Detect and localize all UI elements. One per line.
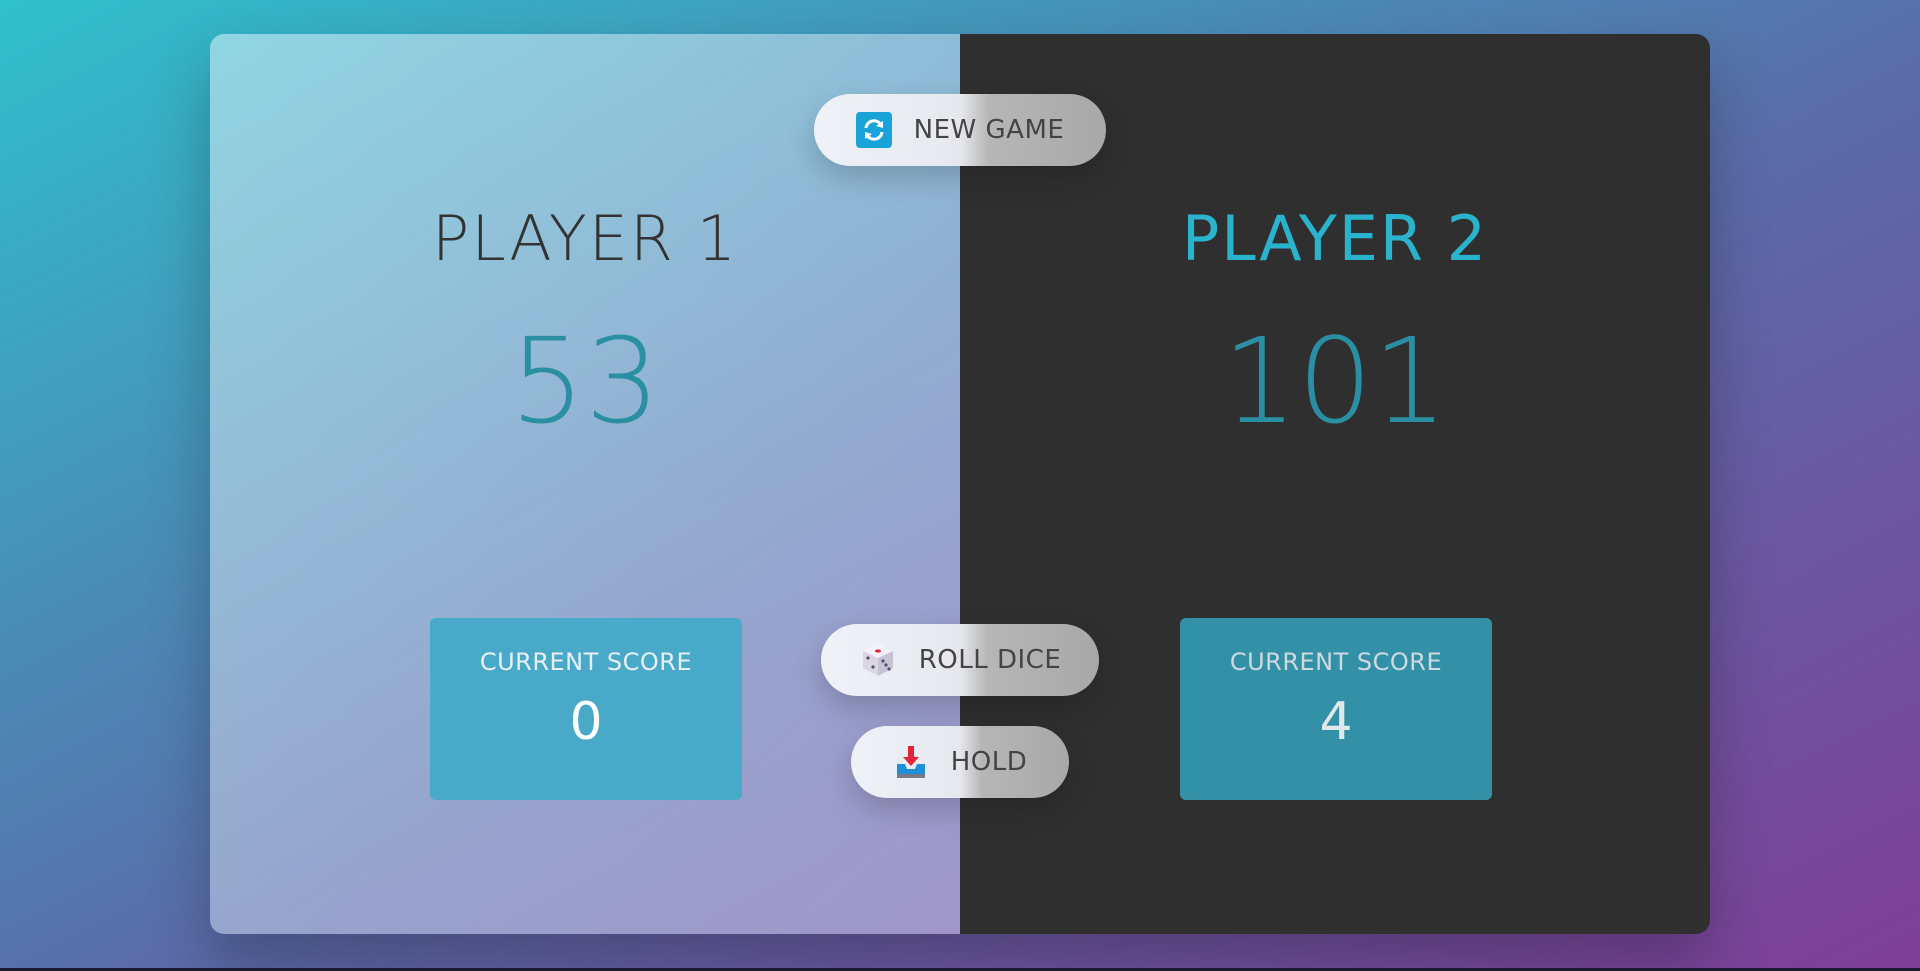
player-2-current-label: CURRENT SCORE: [1229, 648, 1443, 676]
player-1-current-score-box: CURRENT SCORE 0: [430, 618, 742, 800]
player-2-current-score: 4: [1319, 692, 1353, 752]
refresh-icon: [855, 112, 892, 148]
roll-dice-label: ROLL DICE: [918, 645, 1062, 675]
roll-dice-button[interactable]: ROLL DICE: [821, 624, 1099, 696]
hold-button[interactable]: HOLD: [851, 726, 1069, 798]
player-1-current-label: CURRENT SCORE: [479, 648, 693, 676]
player-1-total-score: 53: [509, 312, 661, 450]
game-board: PLAYER 1 53 CURRENT SCORE 0 PLAYER 2 101…: [210, 34, 1710, 934]
dice-icon: [859, 641, 897, 679]
player-2-name: PLAYER 2: [1181, 202, 1489, 275]
hold-label: HOLD: [950, 747, 1028, 777]
player-2-total-score: 101: [1222, 312, 1448, 450]
new-game-button[interactable]: NEW GAME: [814, 94, 1106, 166]
player-1-panel: PLAYER 1 53 CURRENT SCORE 0: [210, 34, 960, 934]
player-1-name: PLAYER 1: [431, 202, 739, 275]
player-1-current-score: 0: [569, 692, 603, 752]
new-game-label: NEW GAME: [913, 115, 1065, 145]
player-2-current-score-box: CURRENT SCORE 4: [1180, 618, 1492, 800]
inbox-tray-icon: [893, 744, 929, 780]
player-2-panel: PLAYER 2 101 CURRENT SCORE 4: [960, 34, 1710, 934]
